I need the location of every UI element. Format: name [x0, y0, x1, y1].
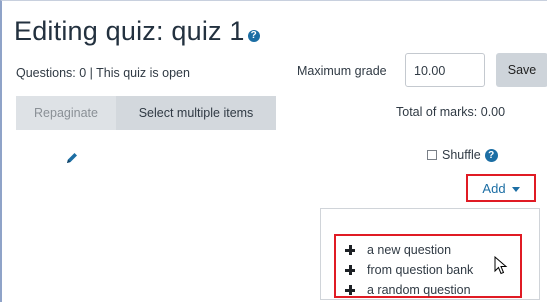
save-button[interactable]: Save — [496, 53, 547, 87]
shuffle-label: Shuffle — [442, 148, 481, 162]
menu-item-label: a random question — [367, 283, 471, 297]
shuffle-checkbox[interactable] — [427, 150, 437, 160]
maximum-grade-input[interactable]: 10.00 — [405, 53, 485, 87]
menu-item-new-question[interactable]: a new question — [345, 243, 451, 257]
title-row: Editing quiz: quiz 1 ? — [14, 16, 260, 47]
menu-item-random-question[interactable]: a random question — [345, 283, 471, 297]
mouse-cursor-icon — [494, 256, 508, 275]
shuffle-control: Shuffle ? — [427, 148, 498, 162]
plus-icon — [345, 245, 355, 255]
pencil-icon[interactable] — [64, 150, 80, 166]
quiz-toolbar: Repaginate Select multiple items — [16, 96, 276, 130]
plus-icon — [345, 265, 355, 275]
total-marks: Total of marks: 0.00 — [396, 105, 506, 119]
maximum-grade-label: Maximum grade — [297, 64, 387, 78]
caret-down-icon — [511, 186, 520, 192]
menu-item-label: from question bank — [367, 263, 474, 277]
repaginate-button[interactable]: Repaginate — [16, 96, 116, 130]
select-multiple-items-button[interactable]: Select multiple items — [116, 96, 276, 130]
menu-item-from-question-bank[interactable]: from question bank — [345, 263, 473, 277]
shuffle-help-icon[interactable]: ? — [484, 148, 498, 162]
page-title: Editing quiz: quiz 1 — [14, 16, 245, 46]
add-link[interactable]: Add — [482, 181, 505, 196]
menu-item-label: a new question — [367, 243, 452, 257]
help-icon[interactable]: ? — [247, 30, 260, 42]
add-menu-toggle[interactable]: Add — [466, 174, 536, 202]
plus-icon — [345, 285, 355, 295]
quiz-status: Questions: 0 | This quiz is open — [16, 66, 190, 80]
